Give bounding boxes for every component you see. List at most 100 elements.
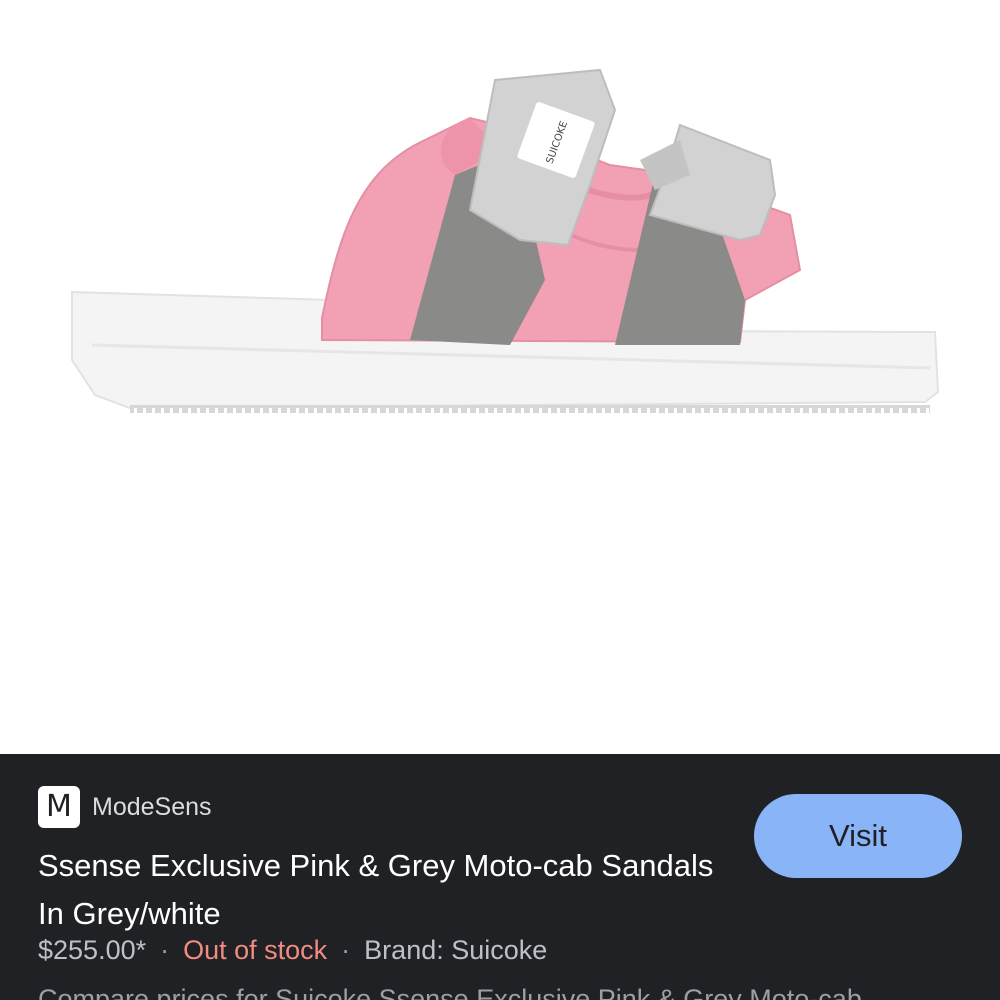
tread-gap: [863, 408, 866, 414]
product-meta: $255.00* · Out of stock · Brand: Suicoke: [38, 935, 547, 966]
tread-gap: [359, 408, 362, 414]
source-logo-icon: M: [38, 786, 80, 828]
tread-gap: [134, 408, 137, 414]
tread-gap: [521, 408, 524, 414]
tread-gap: [296, 408, 299, 414]
tread-gap: [395, 408, 398, 414]
product-description: Compare prices for Suicoke Ssense Exclus…: [38, 984, 862, 1000]
tread-gap: [773, 408, 776, 414]
tread-gap: [575, 408, 578, 414]
tread-gap: [539, 408, 542, 414]
page: SUICOKE M ModeSens Visit Ssense Exclusiv…: [0, 0, 1000, 1000]
result-info-panel: M ModeSens Visit Ssense Exclusive Pink &…: [0, 754, 1000, 1000]
tread-gap: [458, 408, 461, 414]
brand: Brand: Suicoke: [364, 935, 548, 965]
tread-gap: [755, 408, 758, 414]
separator: ·: [341, 935, 351, 965]
tread-gap: [197, 408, 200, 414]
tread-gap: [440, 408, 443, 414]
tread-gap: [764, 408, 767, 414]
tread-gap: [161, 408, 164, 414]
tread-gap: [341, 408, 344, 414]
price: $255.00*: [38, 935, 147, 965]
tread-gap: [593, 408, 596, 414]
tread-gap: [629, 408, 632, 414]
tread-gap: [908, 408, 911, 414]
tread-gap: [926, 408, 929, 414]
tread-gap: [206, 408, 209, 414]
tread-gap: [719, 408, 722, 414]
tread-gap: [566, 408, 569, 414]
tread-gap: [737, 408, 740, 414]
tread-gap: [557, 408, 560, 414]
tread-gap: [368, 408, 371, 414]
tread-gap: [242, 408, 245, 414]
tread-gap: [332, 408, 335, 414]
tread-gap: [710, 408, 713, 414]
tread-gap: [728, 408, 731, 414]
tread-gap: [881, 408, 884, 414]
tread-gap: [179, 408, 182, 414]
tread-gap: [170, 408, 173, 414]
tread-gap: [800, 408, 803, 414]
tread-gap: [305, 408, 308, 414]
stock-status: Out of stock: [183, 935, 328, 965]
tread-gap: [386, 408, 389, 414]
tread-gap: [287, 408, 290, 414]
tread-gap: [143, 408, 146, 414]
tread-gap: [656, 408, 659, 414]
tread-gap: [485, 408, 488, 414]
tread-gap: [548, 408, 551, 414]
tread-gap: [746, 408, 749, 414]
tread-gap: [467, 408, 470, 414]
tread-gap: [665, 408, 668, 414]
tread-gap: [413, 408, 416, 414]
tread-gap: [278, 408, 281, 414]
tread-gap: [422, 408, 425, 414]
product-title[interactable]: Ssense Exclusive Pink & Grey Moto-cab Sa…: [38, 842, 738, 938]
tread-gap: [827, 408, 830, 414]
tread-gap: [377, 408, 380, 414]
tread-gap: [854, 408, 857, 414]
tread-gap: [809, 408, 812, 414]
product-image[interactable]: SUICOKE: [0, 0, 1000, 754]
tread-gap: [260, 408, 263, 414]
tread-gap: [233, 408, 236, 414]
tread-gap: [701, 408, 704, 414]
tread-gap: [638, 408, 641, 414]
tread-gap: [872, 408, 875, 414]
tread-gap: [251, 408, 254, 414]
tread-gap: [584, 408, 587, 414]
tread-gap: [314, 408, 317, 414]
tread-gap: [818, 408, 821, 414]
tread-gap: [836, 408, 839, 414]
source-row[interactable]: M ModeSens: [38, 786, 212, 828]
tread-gap: [602, 408, 605, 414]
tread-gap: [845, 408, 848, 414]
tread-gap: [512, 408, 515, 414]
visit-button[interactable]: Visit: [754, 794, 962, 878]
tread-gap: [899, 408, 902, 414]
tread-gap: [692, 408, 695, 414]
sandal-image: SUICOKE: [71, 68, 940, 414]
tread-gap: [449, 408, 452, 414]
tread-gap: [152, 408, 155, 414]
tread-gap: [323, 408, 326, 414]
tread-gap: [350, 408, 353, 414]
separator: ·: [160, 935, 170, 965]
tread-gap: [647, 408, 650, 414]
tread-gap: [917, 408, 920, 414]
tread-gap: [674, 408, 677, 414]
tread-gap: [611, 408, 614, 414]
tread-gap: [620, 408, 623, 414]
tread-gap: [494, 408, 497, 414]
tread-gap: [224, 408, 227, 414]
tread-gap: [188, 408, 191, 414]
tread-gap: [404, 408, 407, 414]
tread-gap: [269, 408, 272, 414]
tread-gap: [530, 408, 533, 414]
tread-gap: [683, 408, 686, 414]
tread-gap: [431, 408, 434, 414]
tread-gap: [791, 408, 794, 414]
tread-gap: [503, 408, 506, 414]
